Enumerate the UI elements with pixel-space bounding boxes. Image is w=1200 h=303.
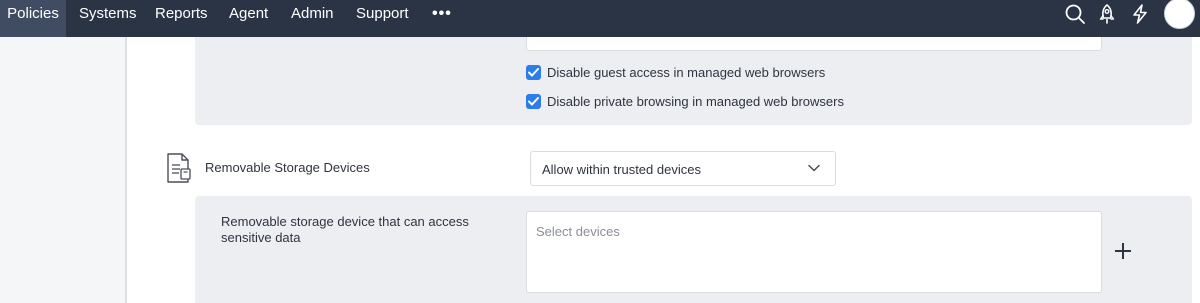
- dropdown-selected-value: Allow within trusted devices: [542, 162, 701, 177]
- disable-private-browsing-label: Disable private browsing in managed web …: [547, 93, 844, 109]
- nav-agent[interactable]: Agent: [229, 0, 268, 37]
- select-devices-placeholder: Select devices: [536, 224, 620, 239]
- rocket-icon[interactable]: [1096, 3, 1118, 25]
- user-avatar[interactable]: [1164, 0, 1195, 29]
- top-nav-bar: Policies Systems Reports Agent Admin Sup…: [0, 0, 1200, 37]
- select-devices-input[interactable]: Select devices: [526, 211, 1102, 293]
- document-storage-icon: [167, 153, 191, 183]
- nav-reports[interactable]: Reports: [155, 0, 208, 37]
- add-device-button[interactable]: [1112, 240, 1134, 262]
- disable-private-browsing-row[interactable]: Disable private browsing in managed web …: [526, 92, 844, 110]
- chevron-down-icon: [808, 164, 820, 172]
- lightning-icon[interactable]: [1129, 3, 1151, 25]
- nav-support[interactable]: Support: [356, 0, 409, 37]
- disable-guest-access-label: Disable guest access in managed web brow…: [547, 64, 826, 80]
- left-side-panel: [0, 37, 127, 303]
- disable-guest-access-row[interactable]: Disable guest access in managed web brow…: [526, 63, 825, 81]
- search-icon[interactable]: [1064, 3, 1086, 25]
- nav-admin[interactable]: Admin: [291, 0, 334, 37]
- checkmark-icon: [528, 96, 539, 105]
- storage-access-dropdown[interactable]: Allow within trusted devices: [530, 151, 836, 186]
- checkmark-icon: [528, 67, 539, 76]
- removable-storage-title: Removable Storage Devices: [205, 160, 370, 175]
- nav-systems[interactable]: Systems: [79, 0, 137, 37]
- disable-guest-access-checkbox[interactable]: [526, 64, 541, 80]
- more-menu-button[interactable]: •••: [432, 0, 452, 27]
- browser-options-input[interactable]: [526, 37, 1102, 51]
- nav-policies[interactable]: Policies: [0, 0, 66, 37]
- disable-private-browsing-checkbox[interactable]: [526, 93, 541, 109]
- sensitive-data-device-label: Removable storage device that can access…: [221, 214, 469, 245]
